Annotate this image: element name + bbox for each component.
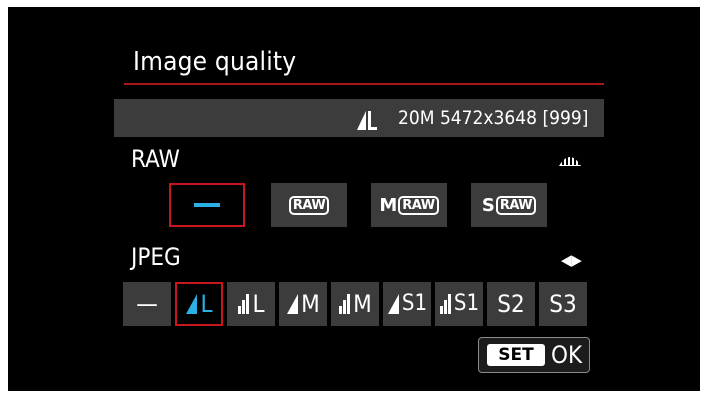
fine-large-icon — [357, 111, 377, 130]
set-button-label: SET — [487, 344, 545, 366]
jpeg-option-label: — — [136, 290, 158, 318]
quality-info-text: 20M 5472x3648 [999] — [398, 99, 588, 137]
jpeg-option-label: S1 — [401, 291, 428, 316]
shots-remaining: [999] — [542, 107, 589, 129]
jpeg-option-label: S3 — [549, 290, 577, 318]
raw-option-none[interactable] — [169, 183, 245, 227]
image-size: 20M — [398, 107, 435, 129]
raw-option-raw[interactable]: RAW — [271, 183, 347, 227]
camera-screen: Image quality 20M 5472x3648 [999] RAW RA… — [8, 7, 700, 391]
fine-quality-icon — [387, 294, 399, 314]
ok-label: OK — [551, 341, 583, 369]
set-ok-button[interactable]: SET OK — [478, 337, 590, 373]
raw-box-label: RAW — [288, 195, 330, 215]
jpeg-option-normal-S1[interactable]: S1 — [435, 282, 483, 326]
jpeg-option-none[interactable]: — — [123, 282, 171, 326]
left-right-arrows-icon: ◀▶ — [561, 251, 582, 269]
raw-section-label: RAW — [131, 145, 180, 173]
normal-quality-icon — [439, 294, 451, 314]
raw-option-sraw[interactable]: S RAW — [471, 183, 547, 227]
main-dial-icon — [559, 155, 581, 166]
jpeg-option-label: M — [353, 290, 372, 318]
fine-quality-icon — [287, 294, 299, 314]
image-resolution: 5472x3648 — [439, 107, 538, 129]
jpeg-option-fine-L[interactable]: L — [175, 282, 223, 326]
raw-option-mraw[interactable]: M RAW — [371, 183, 447, 227]
jpeg-option-label: S1 — [453, 291, 480, 316]
jpeg-section-label: JPEG — [131, 243, 181, 271]
jpeg-option-label: L — [252, 290, 265, 318]
jpeg-option-label: M — [301, 290, 320, 318]
raw-size-prefix: M — [379, 194, 398, 216]
jpeg-option-S3[interactable]: S3 — [539, 282, 587, 326]
raw-box-label: RAW — [398, 195, 439, 215]
title-divider — [124, 83, 604, 85]
quality-info-bar: 20M 5472x3648 [999] — [114, 99, 604, 137]
jpeg-option-fine-M[interactable]: M — [279, 282, 327, 326]
raw-box-label: RAW — [495, 195, 537, 215]
normal-quality-icon — [238, 294, 250, 314]
jpeg-option-label: L — [200, 290, 213, 318]
jpeg-option-S2[interactable]: S2 — [487, 282, 535, 326]
raw-size-prefix: S — [481, 194, 495, 216]
none-dash-icon — [194, 203, 220, 207]
jpeg-option-normal-L[interactable]: L — [227, 282, 275, 326]
fine-quality-icon — [186, 294, 198, 314]
page-title: Image quality — [133, 47, 297, 77]
jpeg-option-fine-S1[interactable]: S1 — [383, 282, 431, 326]
jpeg-option-label: S2 — [497, 290, 525, 318]
jpeg-option-normal-M[interactable]: M — [331, 282, 379, 326]
normal-quality-icon — [339, 294, 351, 314]
